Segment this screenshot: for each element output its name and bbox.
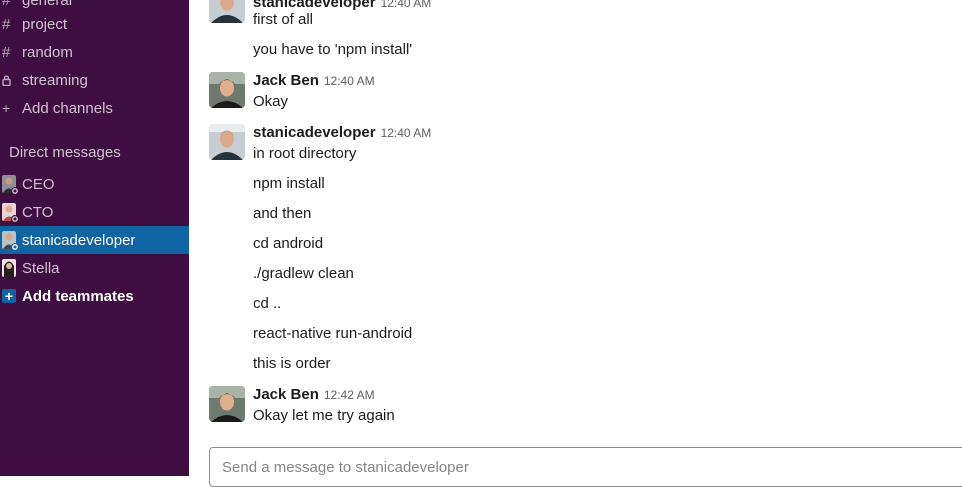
sidebar-item-label: random: [22, 43, 73, 61]
sidebar-item-label: general: [22, 0, 73, 9]
add-teammates-label: Add teammates: [22, 287, 134, 305]
sidebar-item-streaming[interactable]: streaming: [0, 66, 189, 94]
sidebar-item-ceo[interactable]: CEO: [0, 170, 189, 198]
add-teammates-button[interactable]: + Add teammates: [0, 282, 189, 310]
direct-messages-heading[interactable]: Direct messages: [9, 144, 121, 161]
avatar[interactable]: [209, 0, 245, 23]
sidebar: # general # project # random streaming +…: [0, 0, 189, 476]
message-list: stanicadeveloper 12:40 AM first of all yo…: [189, 0, 962, 476]
message-header: Jack Ben 12:40 AM: [253, 72, 375, 90]
presence-indicator: [11, 215, 19, 223]
message-text: this is order: [253, 355, 331, 372]
message-author[interactable]: stanicadeveloper: [253, 124, 376, 141]
message-author[interactable]: Jack Ben: [253, 72, 319, 89]
message-timestamp[interactable]: 12:40 AM: [381, 0, 432, 10]
avatar[interactable]: [209, 386, 245, 422]
message-text: in root directory: [253, 145, 357, 162]
message-text: cd android: [253, 235, 324, 252]
presence-indicator: [11, 243, 19, 251]
add-channels-button[interactable]: + Add channels: [0, 94, 189, 122]
message-timestamp[interactable]: 12:42 AM: [324, 388, 375, 402]
sidebar-item-label: project: [22, 15, 68, 33]
avatar: [2, 231, 19, 251]
message-text: first of all: [253, 11, 314, 28]
sidebar-item-label: stanicadeveloper: [22, 231, 136, 249]
add-channels-label: Add channels: [22, 99, 113, 117]
avatar-wrap: [0, 231, 22, 251]
avatar: [2, 259, 16, 277]
message-input[interactable]: [220, 458, 824, 477]
message-header: Jack Ben 12:42 AM: [253, 386, 375, 404]
sidebar-item-project[interactable]: # project: [0, 10, 189, 38]
message-text: Okay: [253, 93, 289, 110]
message-timestamp[interactable]: 12:40 AM: [324, 74, 375, 88]
message-text: you have to 'npm install': [253, 41, 413, 58]
avatar: [2, 175, 19, 195]
sidebar-item-stella[interactable]: Stella: [0, 254, 189, 282]
message-composer: [209, 447, 962, 487]
message-text: Okay let me try again: [253, 407, 395, 424]
sidebar-item-stanicadeveloper[interactable]: stanicadeveloper: [0, 226, 189, 254]
avatar-wrap: [0, 259, 22, 277]
presence-indicator: [11, 187, 19, 195]
plus-icon: +: [2, 100, 11, 116]
sidebar-item-random[interactable]: # random: [0, 38, 189, 66]
message-text: react-native run-android: [253, 325, 413, 342]
message-header: stanicadeveloper 12:40 AM: [253, 124, 431, 142]
lock-icon: [0, 74, 22, 86]
sidebar-item-label: CTO: [22, 203, 54, 221]
hash-icon: #: [2, 0, 11, 9]
avatar-wrap: [0, 175, 22, 195]
message-timestamp[interactable]: 12:40 AM: [381, 126, 432, 140]
sidebar-item-label: streaming: [22, 71, 88, 89]
avatar[interactable]: [209, 72, 245, 108]
plus-icon-wrap: +: [0, 289, 22, 303]
avatar[interactable]: [209, 124, 245, 160]
message-author[interactable]: stanicadeveloper: [253, 0, 376, 11]
message-text: and then: [253, 205, 312, 222]
plus-icon: +: [2, 289, 16, 303]
message-author[interactable]: Jack Ben: [253, 386, 319, 403]
sidebar-item-label: Stella: [22, 259, 60, 277]
avatar-wrap: [0, 203, 22, 223]
message-text: ./gradlew clean: [253, 265, 354, 282]
avatar: [2, 203, 19, 223]
hash-icon: #: [2, 15, 11, 33]
sidebar-item-label: CEO: [22, 175, 55, 193]
message-text: npm install: [253, 175, 325, 192]
sidebar-item-cto[interactable]: CTO: [0, 198, 189, 226]
message-text: cd ..: [253, 295, 282, 312]
hash-icon: #: [2, 43, 11, 61]
